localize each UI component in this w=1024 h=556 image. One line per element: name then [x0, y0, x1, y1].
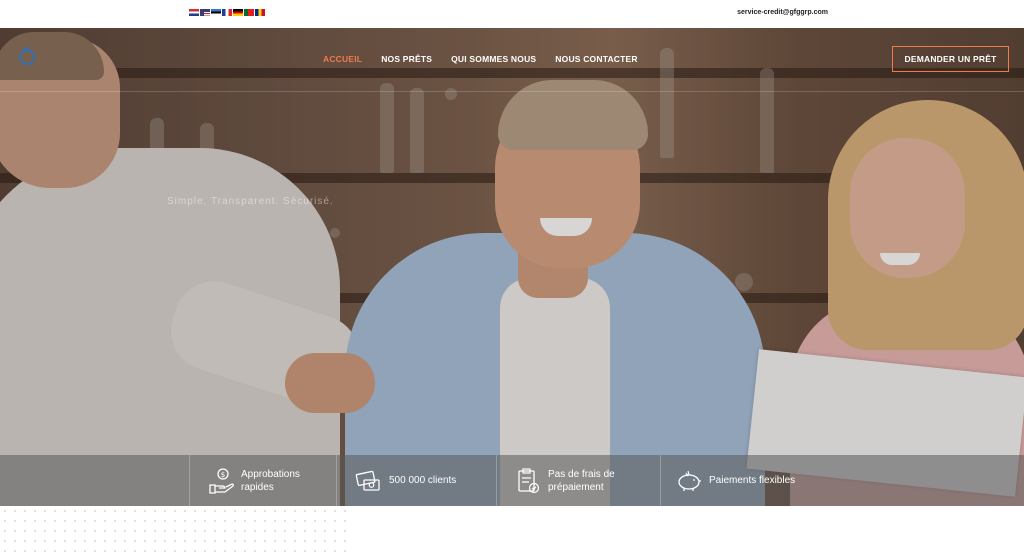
flag-de-icon[interactable] [233, 9, 243, 16]
nav-item-qui-sommes-nous[interactable]: QUI SOMMES NOUS [451, 54, 536, 64]
hero-tagline: Simple. Transparent. Sécurisé. [167, 196, 334, 207]
features-bar: $ Approbations rapides 500 000 clients P… [0, 455, 1024, 506]
flag-fr-icon[interactable] [222, 9, 232, 16]
feature-item: 500 000 clients [355, 455, 456, 506]
feature-label: rapides [241, 481, 274, 493]
card-cash-icon [355, 470, 380, 491]
hand-money-icon: $ [209, 467, 234, 494]
feature-label: Pas de frais de [548, 468, 615, 480]
flag-pt-icon[interactable] [244, 9, 254, 16]
flag-ee-icon[interactable] [211, 9, 221, 16]
clipboard-check-icon [518, 467, 540, 493]
feature-divider [660, 455, 661, 506]
feature-divider [189, 455, 190, 506]
flag-ro-icon[interactable] [255, 9, 265, 16]
header-divider [0, 91, 1024, 92]
decorative-dot-pattern [0, 506, 352, 556]
feature-label: prépaiement [548, 481, 604, 493]
flag-en-icon[interactable] [200, 9, 210, 16]
svg-text:$: $ [221, 471, 225, 479]
request-loan-button[interactable]: DEMANDER UN PRÊT [892, 46, 1009, 72]
hero-overlay [0, 28, 1024, 506]
top-bar: service-credit@gfggrp.com [0, 0, 1024, 28]
flag-hr-icon[interactable] [189, 9, 199, 16]
language-switcher [189, 9, 265, 16]
feature-item: Paiements flexibles [675, 455, 795, 506]
feature-label: 500 000 clients [389, 475, 457, 486]
piggy-bank-icon [678, 470, 701, 491]
feature-item: Pas de frais de prépaiement [514, 455, 615, 506]
nav-item-nous-contacter[interactable]: NOUS CONTACTER [555, 54, 637, 64]
nav-item-nos-prets[interactable]: NOS PRÊTS [381, 54, 432, 64]
contact-email[interactable]: service-credit@gfggrp.com [737, 9, 828, 16]
feature-divider [336, 455, 337, 506]
brand-logo-icon[interactable] [18, 44, 36, 66]
hero-section: ACCUEIL NOS PRÊTS QUI SOMMES NOUS NOUS C… [0, 28, 1024, 506]
feature-divider [496, 455, 497, 506]
nav-item-accueil[interactable]: ACCUEIL [323, 54, 362, 64]
main-nav: ACCUEIL NOS PRÊTS QUI SOMMES NOUS NOUS C… [323, 54, 657, 64]
feature-item: $ Approbations rapides [207, 455, 300, 506]
feature-label: Paiements flexibles [709, 475, 796, 486]
feature-label: Approbations [241, 468, 300, 480]
